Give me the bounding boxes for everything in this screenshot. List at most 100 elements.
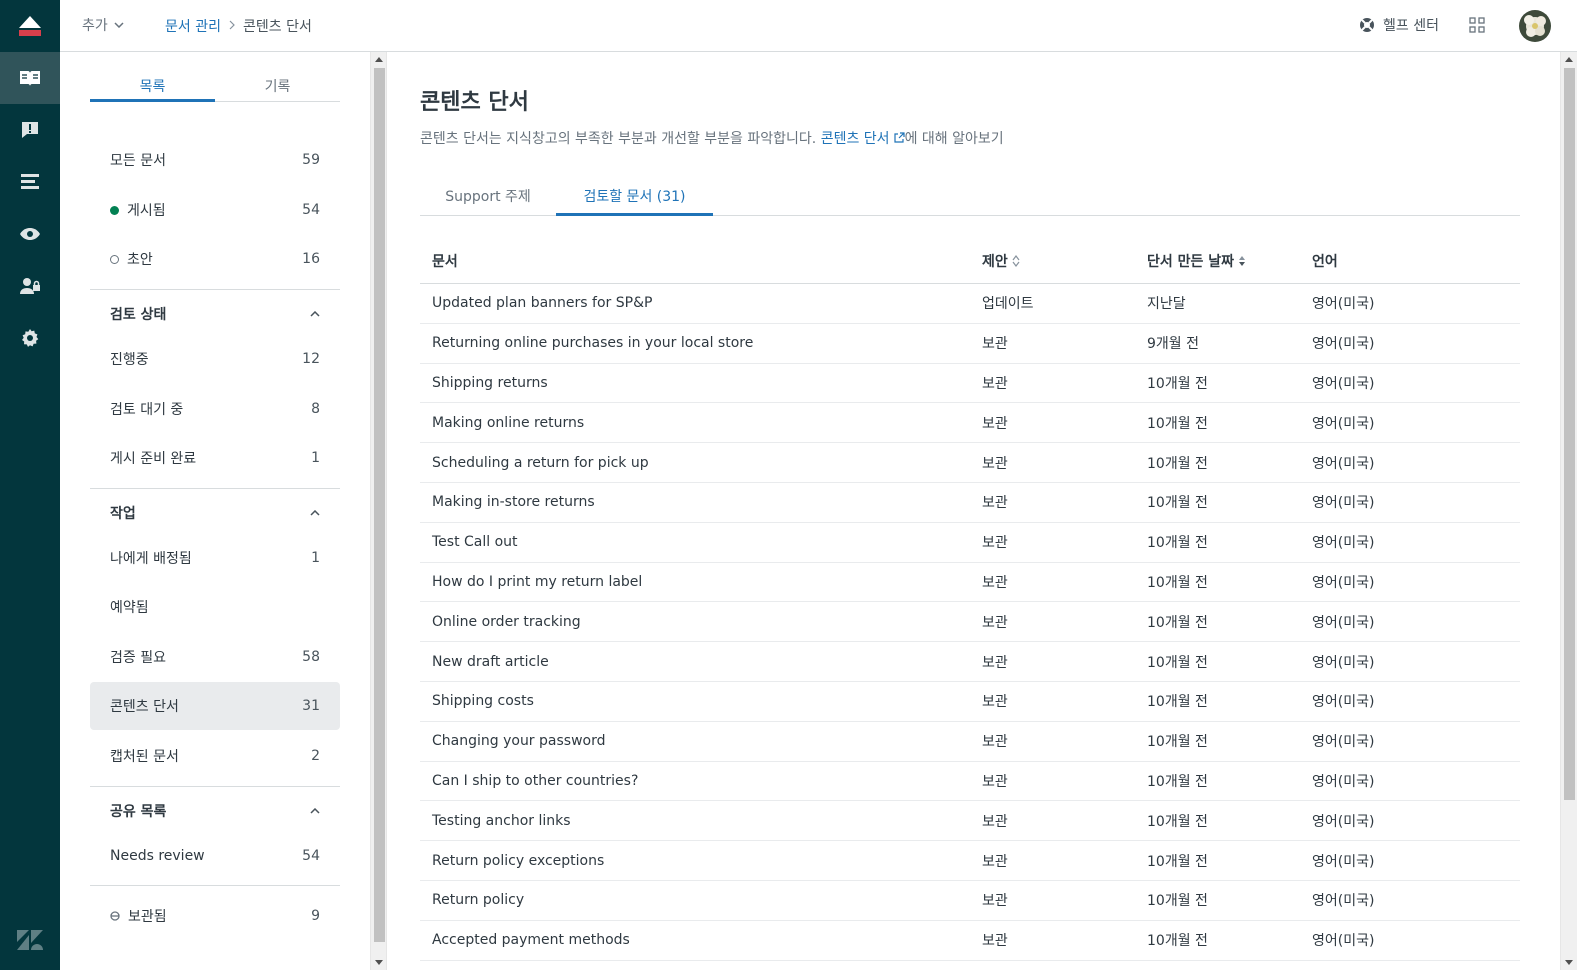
scroll-down-arrow-icon[interactable] [375, 960, 383, 965]
table-row[interactable]: Updated plan banners for SP&P 업데이트 지난달 영어(미… [420, 284, 1520, 324]
article-title-link[interactable]: Can I ship to other countries? [420, 773, 970, 789]
sidebar-item-count: 59 [302, 152, 320, 168]
scrollbar-thumb[interactable] [1564, 68, 1575, 800]
help-center-label: 헬프 센터 [1383, 18, 1439, 34]
table-row[interactable]: Shipping costs 보관 10개월 전 영어(미국) [420, 682, 1520, 722]
arrange-icon[interactable] [0, 156, 60, 208]
article-title-link[interactable]: How do I print my return label [420, 574, 970, 590]
article-title-link[interactable]: Making in-store returns [420, 494, 970, 510]
column-header-article[interactable]: 문서 [420, 251, 970, 271]
settings-gear-icon[interactable] [0, 312, 60, 364]
cue-date-cell: 10개월 전 [1147, 773, 1208, 790]
table-row[interactable]: Return policy 보관 10개월 전 영어(미국) [420, 881, 1520, 921]
sidebar-item-content-cues[interactable]: 콘텐츠 단서 31 [90, 682, 340, 730]
sidebar-item-ready-to-publish[interactable]: 게시 준비 완료 1 [90, 434, 340, 482]
feedback-icon[interactable] [0, 104, 60, 156]
table-row[interactable]: Can I ship to other countries? 보관 10개월 전 영어… [420, 762, 1520, 802]
sidebar-item-count: 8 [311, 401, 320, 417]
sidebar-item-needs-review[interactable]: Needs review 54 [90, 832, 340, 880]
cue-date-cell: 10개월 전 [1147, 853, 1208, 870]
table-row[interactable]: Return policy exceptions 보관 10개월 전 영어(미국) [420, 841, 1520, 881]
user-avatar[interactable] [1519, 10, 1551, 42]
scroll-down-arrow-icon[interactable] [1565, 960, 1573, 965]
suggestion-cell: 보관 [982, 375, 1008, 392]
scrollbar-thumb[interactable] [374, 68, 385, 942]
sidebar-item-count: 31 [302, 698, 320, 714]
article-title-link[interactable]: Shipping returns [420, 375, 970, 391]
section-tasks-header[interactable]: 작업 [90, 489, 340, 537]
table-row[interactable]: Test Call out 보관 10개월 전 영어(미국) [420, 523, 1520, 563]
section-shared-lists-header[interactable]: 공유 목록 [90, 787, 340, 835]
sidebar-item-assigned-to-me[interactable]: 나에게 배정됨 1 [90, 534, 340, 582]
preview-eye-icon[interactable] [0, 208, 60, 260]
article-title-link[interactable]: Testing anchor links [420, 813, 970, 829]
table-row[interactable]: Testing anchor links 보관 10개월 전 영어(미국) [420, 801, 1520, 842]
table-row[interactable]: Changing your password 보관 10개월 전 영어(미국) [420, 722, 1520, 762]
learn-more-link[interactable]: 콘텐츠 단서 [821, 131, 905, 147]
article-title-link[interactable]: Changing your password [420, 733, 970, 749]
table-row[interactable]: Accepted payment methods 보관 10개월 전 영어(미국) [420, 921, 1520, 961]
column-header-suggestion[interactable]: 제안 [970, 251, 1135, 271]
articles-icon[interactable] [0, 52, 60, 104]
sidebar-item-scheduled[interactable]: 예약됨 [90, 583, 340, 631]
sidebar-item-captured-articles[interactable]: 캡처된 문서 2 [90, 732, 340, 780]
tab-history[interactable]: 기록 [215, 76, 340, 102]
article-title-link[interactable]: Return policy exceptions [420, 853, 970, 869]
sidebar-item-published[interactable]: 게시됨 54 [90, 186, 340, 234]
table-row[interactable]: Scheduling a return for pick up 보관 10개월 전 영… [420, 443, 1520, 483]
guide-logo-icon[interactable] [0, 0, 60, 52]
article-title-link[interactable]: Shipping costs [420, 693, 970, 709]
sidebar-item-drafts[interactable]: 초안 16 [90, 235, 340, 283]
article-title-link[interactable]: Returning online purchases in your local… [420, 335, 970, 351]
scroll-up-arrow-icon[interactable] [375, 57, 383, 62]
add-button[interactable]: 추가 [82, 15, 124, 35]
tab-support-topics[interactable]: Support 주제 [420, 186, 556, 216]
sidebar-scrollbar[interactable] [370, 52, 387, 970]
column-header-cue-date[interactable]: 단서 만든 날짜 [1135, 251, 1300, 271]
table-row[interactable]: Shipping returns 보관 10개월 전 영어(미국) [420, 364, 1520, 404]
suggestion-cell: 보관 [982, 455, 1008, 472]
sidebar-item-in-progress[interactable]: 진행중 12 [90, 335, 340, 383]
article-title-link[interactable]: Test Call out [420, 534, 970, 550]
zendesk-logo-icon[interactable] [0, 918, 60, 962]
article-title-link[interactable]: Accepted payment methods [420, 932, 970, 948]
language-cell: 영어(미국) [1312, 336, 1375, 353]
sidebar-item-label: 예약됨 [110, 600, 149, 616]
sidebar-item-needs-verification[interactable]: 검증 필요 58 [90, 633, 340, 681]
suggestion-cell: 보관 [982, 813, 1008, 830]
language-cell: 영어(미국) [1312, 535, 1375, 552]
article-title-link[interactable]: Scheduling a return for pick up [420, 455, 970, 471]
tab-articles-to-review[interactable]: 검토할 문서 (31) [556, 186, 713, 216]
article-title-link[interactable]: Online order tracking [420, 614, 970, 630]
table-row[interactable]: Making online returns 보관 10개월 전 영어(미국) [420, 403, 1520, 444]
user-permissions-icon[interactable] [0, 260, 60, 312]
language-cell: 영어(미국) [1312, 614, 1375, 631]
tab-lists[interactable]: 목록 [90, 76, 215, 102]
table-row[interactable]: Making in-store returns 보관 10개월 전 영어(미국) [420, 483, 1520, 523]
sidebar-item-label: 게시 준비 완료 [110, 451, 197, 467]
scroll-up-arrow-icon[interactable] [1565, 57, 1573, 62]
help-center-link[interactable]: 헬프 센터 [1359, 15, 1439, 35]
breadcrumb: 문서 관리 콘텐츠 단서 [165, 16, 312, 36]
sidebar-item-count: 12 [302, 351, 320, 367]
article-title-link[interactable]: New draft article [420, 654, 970, 670]
sidebar-item-all-articles[interactable]: 모든 문서 59 [90, 136, 340, 184]
table-row[interactable]: Returning online purchases in your local… [420, 324, 1520, 364]
table-row[interactable]: How do I print my return label 보관 10개월 전 영어… [420, 563, 1520, 603]
cue-date-cell: 10개월 전 [1147, 574, 1208, 591]
table-row[interactable]: New draft article 보관 10개월 전 영어(미국) [420, 642, 1520, 682]
sidebar-item-label: 캡처된 문서 [110, 749, 179, 765]
published-dot-icon [110, 205, 119, 215]
section-review-status-header[interactable]: 검토 상태 [90, 290, 340, 338]
sidebar-item-archived[interactable]: 보관됨 9 [90, 892, 340, 940]
sidebar-item-awaiting-review[interactable]: 검토 대기 중 8 [90, 385, 340, 433]
article-title-link[interactable]: Return policy [420, 892, 970, 908]
sidebar-item-count: 16 [302, 251, 320, 267]
language-cell: 영어(미국) [1312, 893, 1375, 910]
main-scrollbar[interactable] [1560, 52, 1577, 970]
product-tray-grid-icon[interactable] [1469, 17, 1485, 37]
table-row[interactable]: Online order tracking 보관 10개월 전 영어(미국) [420, 602, 1520, 643]
article-title-link[interactable]: Updated plan banners for SP&P [420, 295, 970, 311]
article-title-link[interactable]: Making online returns [420, 415, 970, 431]
breadcrumb-parent-link[interactable]: 문서 관리 [165, 16, 221, 36]
